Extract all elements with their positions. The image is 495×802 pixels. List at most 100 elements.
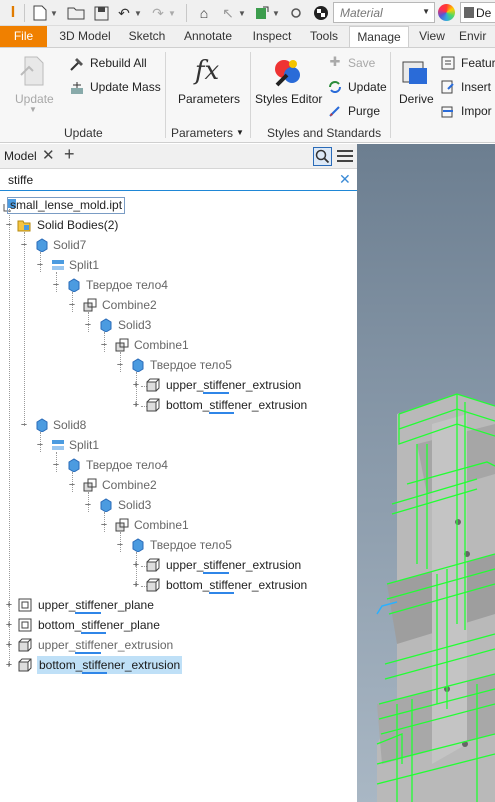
tree-node-solid8[interactable]: − Solid8 (0, 416, 357, 434)
tree-node-solid7[interactable]: − Solid7 (0, 236, 357, 254)
collapse-icon[interactable]: − (51, 456, 61, 474)
home-icon[interactable]: ⌂ (194, 3, 214, 23)
collapse-icon[interactable]: − (99, 516, 109, 534)
import-button[interactable]: Impor (461, 104, 492, 118)
select-dropdown-icon[interactable]: ▼ (238, 3, 246, 23)
appearance-icon[interactable] (438, 4, 455, 21)
return-dropdown-icon[interactable]: ▼ (272, 3, 280, 23)
tree-node-solid3[interactable]: − Solid3 (0, 496, 357, 514)
hamburger-menu-icon[interactable] (337, 147, 353, 165)
return-icon[interactable] (252, 3, 272, 23)
tree-node-solid-body5[interactable]: − Твердое тело5 (0, 536, 357, 554)
expand-icon[interactable]: + (131, 396, 141, 414)
expand-icon[interactable]: + (4, 616, 14, 634)
new-file-icon[interactable] (30, 3, 50, 23)
tab-annotate[interactable]: Annotate (176, 26, 240, 47)
redo-icon[interactable]: ↷ (148, 3, 168, 23)
tab-model-browser[interactable]: Model (4, 149, 37, 163)
expand-icon[interactable]: + (131, 576, 141, 594)
tree-node-bottom-stiffener-extrusion[interactable]: + bottom_stiffener_extrusion (0, 576, 357, 594)
expand-icon[interactable]: + (4, 656, 14, 674)
collapse-icon[interactable]: − (67, 476, 77, 494)
expand-icon[interactable]: + (131, 376, 141, 394)
undo-icon[interactable]: ↶ (114, 3, 134, 23)
tab-tools[interactable]: Tools (302, 26, 346, 47)
tab-sketch[interactable]: Sketch (122, 26, 172, 47)
graphics-viewport[interactable] (357, 144, 495, 802)
tree-node-split1[interactable]: − Split1 (0, 436, 357, 454)
new-dropdown-icon[interactable]: ▼ (50, 3, 58, 23)
styles-editor-icon[interactable] (268, 54, 304, 90)
update-button[interactable]: Update (15, 92, 54, 106)
tree-node-upper-stiffener-extrusion[interactable]: + upper_stiffener_extrusion (0, 376, 357, 394)
collapse-icon[interactable]: − (115, 536, 125, 554)
collapse-icon[interactable]: − (35, 436, 45, 454)
insert-button[interactable]: Insert ( (461, 80, 495, 94)
tree-node-bottom-stiffener-extrusion[interactable]: + bottom_stiffener_extrusion (0, 396, 357, 414)
tree-node-bottom-stiffener-extrusion-selected[interactable]: + bottom_stiffener_extrusion (0, 656, 357, 674)
update-icon[interactable] (18, 54, 48, 88)
visual-style-icon[interactable] (288, 3, 304, 23)
styles-editor-button[interactable]: Styles Editor (255, 92, 322, 106)
update-style-button[interactable]: Update (348, 80, 387, 94)
tree-node-upper-stiffener-plane[interactable]: + upper_stiffener_plane (0, 596, 357, 614)
tree-node-combine1[interactable]: − Combine1 (0, 516, 357, 534)
save-icon[interactable] (92, 3, 110, 23)
browser-search-field[interactable]: stiffe ✕ (0, 169, 357, 191)
material-select[interactable]: Material ▼ (333, 2, 435, 23)
tree-node-part[interactable]: small_lense_mold.ipt (0, 196, 357, 214)
tree-node-solid-body5[interactable]: − Твердое тело5 (0, 356, 357, 374)
parameters-group-label[interactable]: Parameters (171, 126, 233, 140)
derive-button[interactable]: Derive (399, 92, 434, 106)
rebuild-all-button[interactable]: Rebuild All (90, 56, 147, 70)
feature-button[interactable]: Featur (461, 56, 495, 70)
appearance-select[interactable]: De (460, 2, 495, 23)
tree-node-combine2[interactable]: − Combine2 (0, 476, 357, 494)
save-style-button[interactable]: Save (348, 56, 375, 70)
tree-node-solid3[interactable]: − Solid3 (0, 316, 357, 334)
tree-node-solid-body4[interactable]: − Твердое тело4 (0, 456, 357, 474)
expand-icon[interactable]: + (4, 636, 14, 654)
parameters-fx-icon[interactable]: fx (190, 54, 224, 88)
tab-view[interactable]: View (411, 26, 453, 47)
tree-node-combine2[interactable]: − Combine2 (0, 296, 357, 314)
derive-icon[interactable] (400, 56, 430, 88)
tree-node-upper-stiffener-extrusion[interactable]: + upper_stiffener_extrusion (0, 636, 357, 654)
tree-node-combine1[interactable]: − Combine1 (0, 336, 357, 354)
select-icon[interactable]: ↖ (218, 3, 238, 23)
search-icon[interactable] (313, 147, 332, 166)
tree-node-solid-body4[interactable]: − Твердое тело4 (0, 276, 357, 294)
expand-icon[interactable]: + (4, 596, 14, 614)
redo-dropdown-icon[interactable]: ▼ (168, 3, 176, 23)
parameters-button[interactable]: Parameters (178, 92, 240, 106)
collapse-icon[interactable]: − (83, 496, 93, 514)
purge-button[interactable]: Purge (348, 104, 380, 118)
collapse-icon[interactable]: − (19, 416, 29, 434)
close-icon[interactable]: ✕ (42, 146, 55, 164)
undo-dropdown-icon[interactable]: ▼ (134, 3, 142, 23)
checker-ball-icon[interactable] (312, 3, 330, 23)
tab-environments[interactable]: Envir (459, 26, 495, 47)
parameters-dropdown-icon[interactable]: ▼ (236, 128, 244, 137)
tab-3d-model[interactable]: 3D Model (50, 26, 120, 47)
expand-icon[interactable]: + (131, 556, 141, 574)
collapse-icon[interactable]: − (99, 336, 109, 354)
tree-node-split1[interactable]: − Split1 (0, 256, 357, 274)
tab-file[interactable]: File (0, 26, 47, 47)
add-browser-icon[interactable]: + (64, 144, 75, 165)
tab-inspect[interactable]: Inspect (244, 26, 300, 47)
open-folder-icon[interactable] (66, 3, 86, 23)
tree-node-bottom-stiffener-plane[interactable]: + bottom_stiffener_plane (0, 616, 357, 634)
tree-node-upper-stiffener-extrusion[interactable]: + upper_stiffener_extrusion (0, 556, 357, 574)
search-input[interactable]: stiffe (8, 173, 33, 187)
collapse-icon[interactable]: − (115, 356, 125, 374)
update-dropdown-icon[interactable]: ▼ (29, 105, 37, 114)
clear-search-icon[interactable]: ✕ (339, 171, 351, 188)
tree-node-solid-bodies[interactable]: − Solid Bodies(2) (0, 216, 357, 234)
tab-manage[interactable]: Manage (349, 26, 409, 48)
collapse-icon[interactable]: − (51, 276, 61, 294)
collapse-icon[interactable]: − (67, 296, 77, 314)
collapse-icon[interactable]: − (4, 216, 14, 234)
collapse-icon[interactable]: − (35, 256, 45, 274)
collapse-icon[interactable]: − (83, 316, 93, 334)
